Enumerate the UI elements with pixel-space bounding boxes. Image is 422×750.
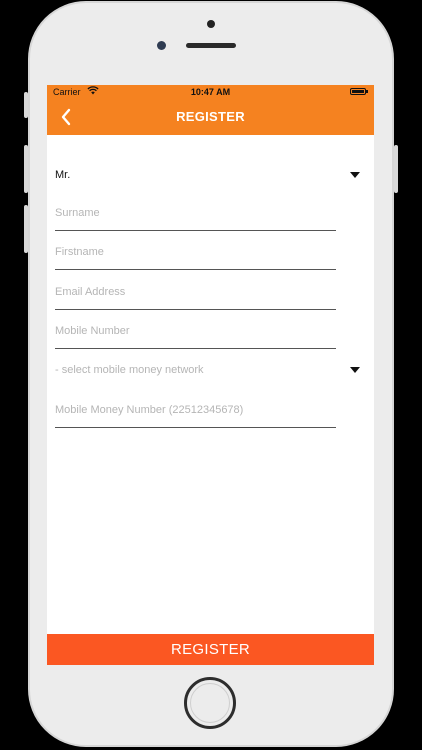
underline <box>55 427 336 428</box>
email-input[interactable] <box>55 279 336 305</box>
volume-down-button <box>24 205 28 253</box>
surname-input[interactable] <box>55 200 336 226</box>
network-select-placeholder: - select mobile money network <box>55 364 204 376</box>
mute-switch <box>24 92 28 118</box>
firstname-field[interactable] <box>55 239 336 270</box>
app-screen: Carrier 10:47 AM REGISTER Mr. Surname Fi… <box>47 85 374 665</box>
power-button <box>394 145 398 193</box>
navigation-bar: REGISTER <box>47 99 374 135</box>
battery-icon <box>350 88 368 95</box>
mobile-number-input[interactable] <box>55 318 336 344</box>
mobile-number-field[interactable] <box>55 318 336 349</box>
mobile-money-number-input[interactable] <box>55 397 336 423</box>
underline <box>55 269 336 270</box>
underline <box>55 309 336 310</box>
earpiece-speaker <box>186 43 236 48</box>
dropdown-arrow-icon <box>350 367 360 373</box>
dropdown-arrow-icon <box>350 172 360 178</box>
register-button[interactable]: REGISTER <box>47 634 374 665</box>
underline <box>55 348 336 349</box>
title-select-value: Mr. <box>55 169 71 181</box>
email-field[interactable] <box>55 279 336 310</box>
page-title: REGISTER <box>176 109 245 124</box>
network-select[interactable]: - select mobile money network <box>55 362 360 380</box>
front-camera <box>157 41 166 50</box>
home-button[interactable] <box>184 677 236 729</box>
surname-field[interactable] <box>55 200 336 231</box>
status-bar: Carrier 10:47 AM <box>47 85 374 99</box>
volume-up-button <box>24 145 28 193</box>
underline <box>55 230 336 231</box>
proximity-sensor <box>207 20 215 28</box>
mobile-money-number-field[interactable] <box>55 397 336 428</box>
firstname-input[interactable] <box>55 239 336 265</box>
title-select[interactable]: Mr. <box>55 167 360 185</box>
clock: 10:47 AM <box>190 87 231 97</box>
